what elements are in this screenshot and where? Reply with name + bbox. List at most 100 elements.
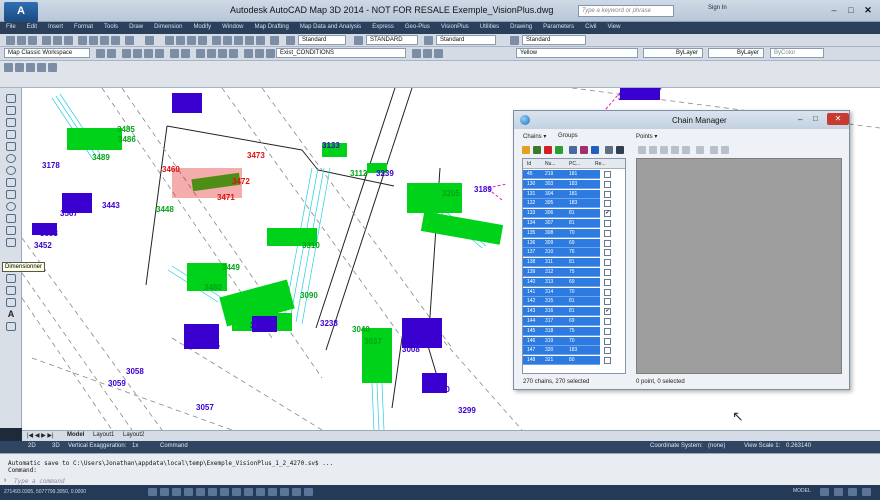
reverse-checkbox[interactable] <box>604 229 611 237</box>
reverse-checkbox[interactable] <box>604 357 611 365</box>
zoom-previous-icon[interactable] <box>198 36 207 45</box>
reverse-checkbox[interactable] <box>604 190 611 198</box>
tab-layout1[interactable]: Layout1 <box>90 432 117 438</box>
table-row[interactable]: 143 316 81 ✔ <box>523 307 625 317</box>
paste-icon[interactable] <box>100 36 109 45</box>
table-row[interactable]: 147 320 183 <box>523 346 625 356</box>
markup-icon[interactable] <box>256 36 265 45</box>
gradient-tool-icon[interactable] <box>6 298 16 307</box>
table-row[interactable]: 141 314 70 <box>523 287 625 297</box>
column-pc[interactable]: PC... <box>569 161 580 167</box>
construction-line-icon[interactable] <box>6 106 16 115</box>
ellipse-arc-icon[interactable] <box>6 214 16 223</box>
menu-utilities[interactable]: Utilities <box>474 22 504 30</box>
polyline-tool-icon[interactable] <box>6 118 16 127</box>
reverse-checkbox[interactable]: ✔ <box>604 210 611 218</box>
linetype-dropdown[interactable]: ByLayer <box>643 48 703 58</box>
tab-nav-icon[interactable]: |◀ ◀ ▶ ▶| <box>24 432 57 439</box>
print-icon[interactable] <box>42 36 51 45</box>
zoom-dropdown-icon[interactable] <box>48 63 57 72</box>
design-center-icon[interactable] <box>223 36 232 45</box>
color-dropdown[interactable]: Yellow <box>516 48 638 58</box>
publish-icon[interactable] <box>64 36 73 45</box>
lineweight-dropdown[interactable]: ByLayer <box>708 48 764 58</box>
plotstyle-dropdown[interactable]: ByColor <box>770 48 824 58</box>
view-2d-button[interactable]: 2D <box>28 443 36 449</box>
menu-map-data-analysis[interactable]: Map Data and Analysis <box>294 22 366 30</box>
table-row[interactable]: 146 319 70 <box>523 336 625 346</box>
table-row[interactable]: 132 305 183 <box>523 199 625 209</box>
reverse-checkbox[interactable] <box>604 298 611 306</box>
vertical-exaggeration-value[interactable]: 1x <box>132 443 138 449</box>
make-block-icon[interactable] <box>6 238 16 247</box>
chain-manager-titlebar[interactable]: Chain Manager – □ ✕ <box>514 111 849 129</box>
tool-palettes-icon[interactable] <box>234 36 243 45</box>
isolate-objects-icon[interactable] <box>848 488 857 496</box>
redo-icon[interactable] <box>145 36 154 45</box>
select-icon[interactable] <box>591 146 599 154</box>
zoom-realtime-icon[interactable] <box>15 63 24 72</box>
chains-table[interactable]: Id Nu... PC... Re... 45 219 181 130 303 183 13… <box>522 158 626 374</box>
reverse-icon[interactable] <box>616 146 624 154</box>
menu-express[interactable]: Express <box>366 22 399 30</box>
dynamic-input-icon[interactable] <box>256 488 265 496</box>
menu-tools[interactable]: Tools <box>98 22 123 30</box>
menu-map-drafting[interactable]: Map Drafting <box>248 22 293 30</box>
maximize-icon[interactable]: □ <box>843 3 859 17</box>
layer-merge-icon[interactable] <box>229 49 238 58</box>
multileader-style-dropdown[interactable]: Standard <box>522 35 586 45</box>
reverse-checkbox[interactable] <box>604 327 611 335</box>
properties-icon[interactable] <box>212 36 221 45</box>
menu-draw[interactable]: Draw <box>123 22 148 30</box>
layer-off-icon[interactable] <box>144 49 153 58</box>
polygon-tool-icon[interactable] <box>6 130 16 139</box>
text-tool-icon[interactable]: A <box>6 310 16 319</box>
zoom-extents-icon[interactable] <box>26 63 35 72</box>
line-tool-icon[interactable] <box>6 94 16 103</box>
zoom-window-2-icon[interactable] <box>37 63 46 72</box>
table-tool-icon[interactable] <box>6 322 16 331</box>
table-style-dropdown[interactable]: Standard <box>436 35 496 45</box>
pan-icon[interactable] <box>165 36 174 45</box>
snap-mode-icon[interactable] <box>160 488 169 496</box>
reverse-checkbox[interactable] <box>604 288 611 296</box>
menu-view[interactable]: View <box>602 22 626 30</box>
workspace-dropdown[interactable]: Map Classic Workspace <box>4 48 90 58</box>
table-row[interactable]: 131 304 181 <box>523 189 625 199</box>
refresh-icon[interactable] <box>555 146 563 154</box>
reverse-checkbox[interactable] <box>604 269 611 276</box>
reverse-checkbox[interactable] <box>604 318 611 325</box>
zoom-window-icon[interactable] <box>187 36 196 45</box>
copy-icon[interactable] <box>89 36 98 45</box>
minimize-icon[interactable]: – <box>798 115 802 124</box>
make-current-icon[interactable] <box>412 49 421 58</box>
hatch-tool-icon[interactable] <box>6 286 16 295</box>
text-style-dropdown[interactable]: Standard <box>298 35 346 45</box>
reverse-checkbox[interactable] <box>604 220 611 227</box>
table-row[interactable]: 148 321 80 <box>523 356 625 366</box>
table-row[interactable]: 138 311 81 <box>523 258 625 268</box>
table-row[interactable]: 45 219 181 <box>523 170 625 179</box>
transparency-icon[interactable] <box>280 488 289 496</box>
object-snap-tracking-icon[interactable] <box>232 488 241 496</box>
sheet-set-icon[interactable] <box>245 36 254 45</box>
quick-properties-icon[interactable] <box>292 488 301 496</box>
menu-insert[interactable]: Insert <box>42 22 68 30</box>
add-chain-icon[interactable] <box>522 146 530 154</box>
layer-walk-icon[interactable] <box>196 49 205 58</box>
reverse-checkbox[interactable]: ✔ <box>604 308 611 316</box>
points-menu[interactable]: Points ▾ <box>636 133 657 140</box>
table-row[interactable]: 145 318 75 <box>523 326 625 336</box>
revision-cloud-icon[interactable] <box>6 178 16 187</box>
reverse-checkbox[interactable] <box>604 171 611 178</box>
reverse-checkbox[interactable] <box>604 249 611 257</box>
layer-match-icon[interactable] <box>170 49 179 58</box>
layer-manager-icon[interactable] <box>434 49 443 58</box>
ellipse-tool-icon[interactable] <box>6 202 16 211</box>
reverse-checkbox[interactable] <box>604 278 611 286</box>
sign-in-link[interactable]: Sign In <box>708 5 727 11</box>
ortho-mode-icon[interactable] <box>184 488 193 496</box>
close-icon[interactable]: ✕ <box>827 113 849 125</box>
grid-display-icon[interactable] <box>172 488 181 496</box>
menu-file[interactable]: File <box>0 22 21 30</box>
